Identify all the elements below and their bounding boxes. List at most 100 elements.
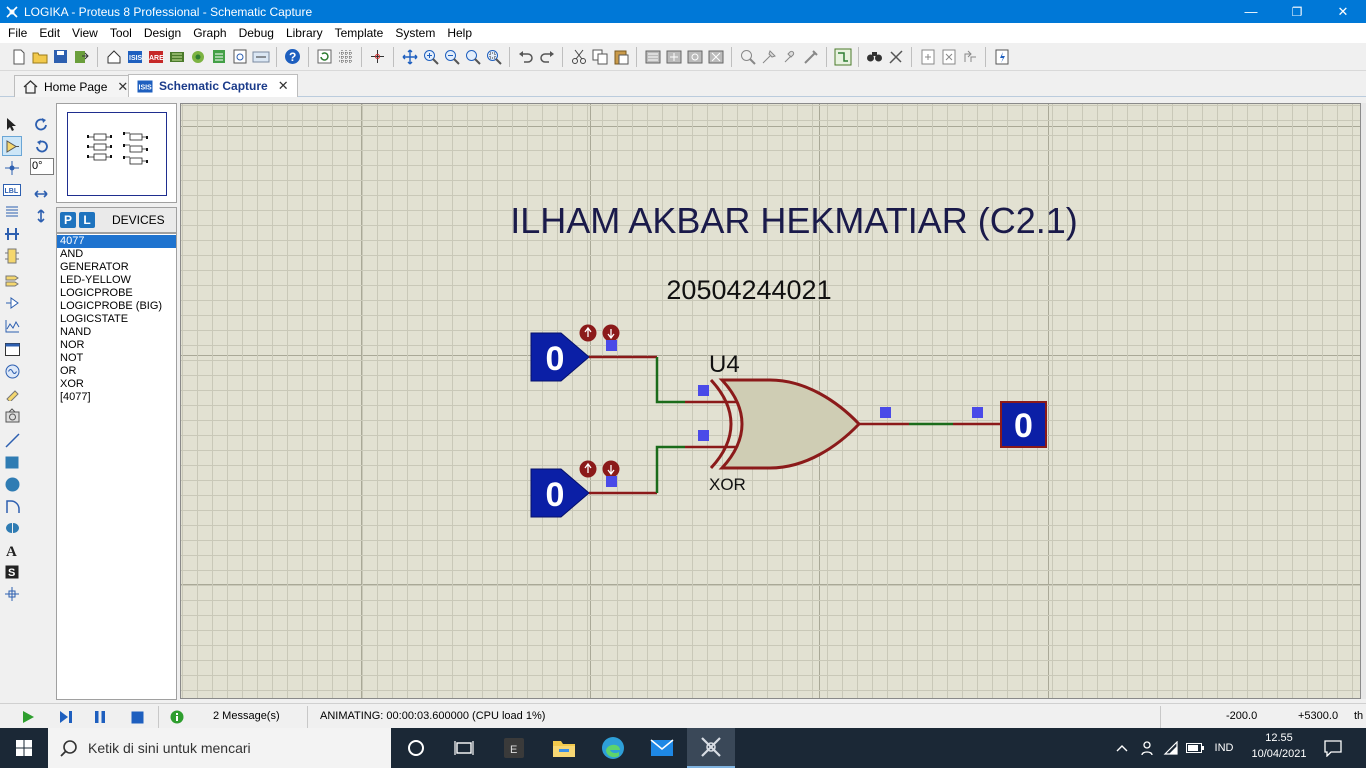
battery-icon[interactable] xyxy=(1185,728,1205,768)
input-language-indicator[interactable]: IND xyxy=(1211,728,1237,768)
exit-to-parent-icon[interactable] xyxy=(959,46,980,67)
start-button[interactable] xyxy=(0,728,48,768)
tab-home-page-close-icon[interactable]: ✕ xyxy=(117,79,128,95)
menu-library[interactable]: Library xyxy=(280,23,329,43)
text-tool-icon[interactable]: A xyxy=(2,540,22,560)
selection-mode-icon[interactable] xyxy=(2,114,22,134)
device-item-4077[interactable]: 4077 xyxy=(57,235,176,248)
block-move-icon[interactable] xyxy=(663,46,684,67)
xor-gate-u4[interactable] xyxy=(709,378,862,470)
device-item-not[interactable]: NOT xyxy=(57,352,176,365)
menu-design[interactable]: Design xyxy=(138,23,187,43)
line-tool-icon[interactable] xyxy=(2,430,22,450)
close-button[interactable]: ✕ xyxy=(1320,0,1366,23)
block-delete-icon[interactable] xyxy=(705,46,726,67)
taskbar-app-e-icon[interactable]: E xyxy=(490,728,538,768)
menu-edit[interactable]: Edit xyxy=(33,23,66,43)
text-script-mode-icon[interactable] xyxy=(2,202,22,222)
tab-home-page[interactable]: Home Page ✕ xyxy=(14,75,138,97)
menu-debug[interactable]: Debug xyxy=(233,23,280,43)
logic-state-input-b[interactable]: 0 xyxy=(530,468,590,518)
path-tool-icon[interactable] xyxy=(2,518,22,538)
menu-view[interactable]: View xyxy=(66,23,104,43)
file-explorer-icon[interactable] xyxy=(540,728,588,768)
3d-viewer-icon[interactable] xyxy=(187,46,208,67)
block-copy-icon[interactable] xyxy=(642,46,663,67)
open-folder-icon[interactable] xyxy=(29,46,50,67)
device-item-nand[interactable]: NAND xyxy=(57,326,176,339)
marker-tool-icon[interactable] xyxy=(2,584,22,604)
make-device-icon[interactable] xyxy=(758,46,779,67)
zoom-out-icon[interactable] xyxy=(441,46,462,67)
messages-count[interactable]: 2 Message(s) xyxy=(213,710,280,722)
source-code-icon[interactable] xyxy=(250,46,271,67)
maximize-button[interactable]: ❐ xyxy=(1274,0,1320,23)
device-item-and[interactable]: AND xyxy=(57,248,176,261)
step-button[interactable] xyxy=(57,708,75,726)
generator-mode-icon[interactable] xyxy=(2,361,22,381)
logic-state-input-a[interactable]: 0 xyxy=(530,332,590,382)
wire-label-mode-icon[interactable]: LBL xyxy=(2,180,22,200)
toggle-up-icon-input-b[interactable] xyxy=(579,460,597,478)
pcb-layout-icon[interactable]: ARES xyxy=(145,46,166,67)
rotate-clockwise-icon[interactable] xyxy=(31,114,51,134)
mail-icon[interactable] xyxy=(638,728,686,768)
menu-help[interactable]: Help xyxy=(441,23,478,43)
terminals-mode-icon[interactable] xyxy=(2,270,22,290)
origin-icon[interactable] xyxy=(367,46,388,67)
menu-tool[interactable]: Tool xyxy=(104,23,138,43)
zoom-in-icon[interactable] xyxy=(420,46,441,67)
toggle-down-icon-input-b[interactable] xyxy=(602,460,620,478)
new-file-icon[interactable] xyxy=(8,46,29,67)
active-popup-mode-icon[interactable] xyxy=(2,339,22,359)
junction-dot-mode-icon[interactable] xyxy=(2,158,22,178)
virtual-instrument-mode-icon[interactable] xyxy=(2,405,22,425)
stop-button[interactable] xyxy=(128,708,146,726)
design-explorer-icon[interactable] xyxy=(229,46,250,67)
mirror-vertical-icon[interactable] xyxy=(31,206,51,226)
gerber-viewer-icon[interactable] xyxy=(166,46,187,67)
pick-device-icon[interactable] xyxy=(737,46,758,67)
package-tool-icon[interactable] xyxy=(779,46,800,67)
zoom-area-icon[interactable] xyxy=(483,46,504,67)
mirror-horizontal-icon[interactable] xyxy=(31,184,51,204)
menu-file[interactable]: File xyxy=(2,23,33,43)
toggle-down-icon-input-a[interactable] xyxy=(602,324,620,342)
component-mode-icon[interactable] xyxy=(2,136,22,156)
device-item-led-yellow[interactable]: LED-YELLOW xyxy=(57,274,176,287)
symbol-tool-icon[interactable]: S xyxy=(2,562,22,582)
device-item-generator[interactable]: GENERATOR xyxy=(57,261,176,274)
block-rotate-icon[interactable] xyxy=(684,46,705,67)
people-tray-icon[interactable] xyxy=(1137,728,1157,768)
undo-icon[interactable] xyxy=(515,46,536,67)
search-tag-icon[interactable] xyxy=(864,46,885,67)
menu-graph[interactable]: Graph xyxy=(187,23,232,43)
task-view-icon[interactable] xyxy=(440,728,488,768)
device-pins-mode-icon[interactable] xyxy=(2,293,22,313)
proteus-taskbar-icon[interactable] xyxy=(687,728,735,768)
device-item-4077-bracket[interactable]: [4077] xyxy=(57,391,176,404)
info-icon[interactable] xyxy=(168,708,186,726)
menu-template[interactable]: Template xyxy=(329,23,390,43)
play-button[interactable] xyxy=(19,708,37,726)
cut-icon[interactable] xyxy=(568,46,589,67)
device-item-nor[interactable]: NOR xyxy=(57,339,176,352)
network-wifi-icon[interactable] xyxy=(1161,728,1181,768)
device-item-xor[interactable]: XOR xyxy=(57,378,176,391)
arc-tool-icon[interactable] xyxy=(2,496,22,516)
bom-icon[interactable] xyxy=(208,46,229,67)
cortana-icon[interactable] xyxy=(392,728,440,768)
minimize-button[interactable]: — xyxy=(1228,0,1274,23)
copy-icon[interactable] xyxy=(589,46,610,67)
schematic-capture-icon[interactable]: ISIS xyxy=(124,46,145,67)
paste-icon[interactable] xyxy=(610,46,631,67)
device-item-logicstate[interactable]: LOGICSTATE xyxy=(57,313,176,326)
electrical-rule-check-icon[interactable] xyxy=(991,46,1012,67)
action-center-icon[interactable] xyxy=(1318,728,1348,768)
zoom-all-icon[interactable] xyxy=(462,46,483,67)
buses-mode-icon[interactable] xyxy=(2,224,22,244)
rotate-anticlockwise-icon[interactable] xyxy=(31,136,51,156)
overview-window[interactable] xyxy=(56,103,177,203)
circle-tool-icon[interactable] xyxy=(2,474,22,494)
remove-sheet-icon[interactable] xyxy=(938,46,959,67)
